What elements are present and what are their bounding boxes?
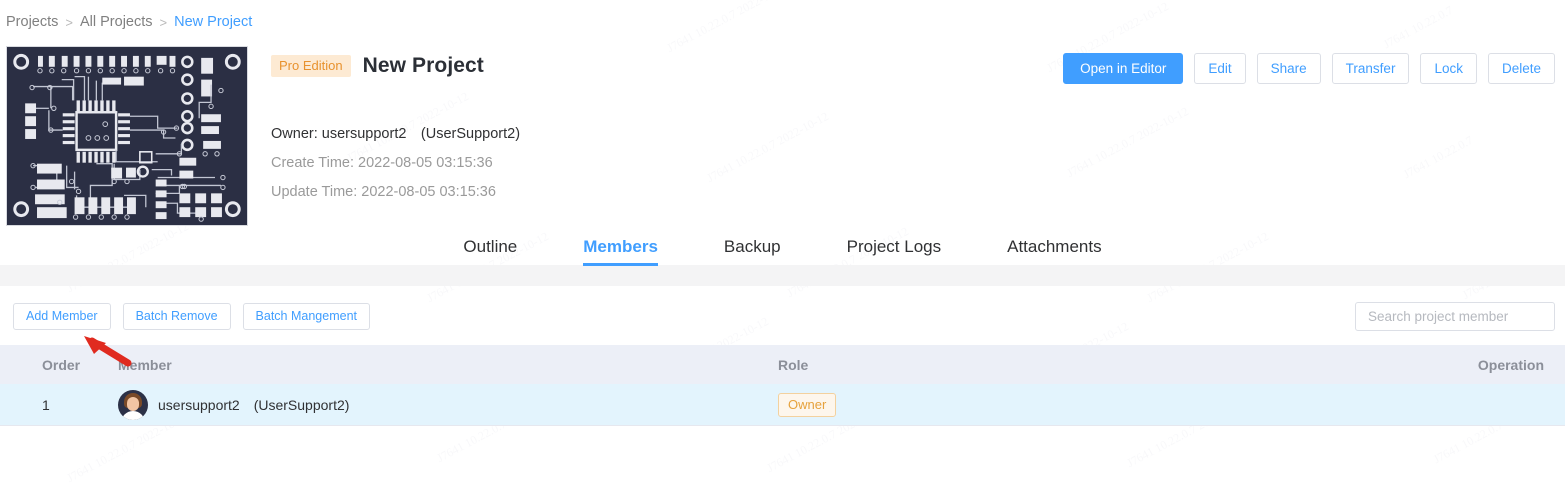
table-row[interactable]: 1 usersupport2 (UserSupport2) Owner — [0, 384, 1565, 426]
column-header-member: Member — [118, 356, 172, 373]
role-badge-owner: Owner — [778, 392, 837, 417]
cell-member: usersupport2 (UserSupport2) — [118, 389, 778, 420]
add-member-button[interactable]: Add Member — [13, 303, 111, 330]
breadcrumb-separator: > — [159, 14, 168, 30]
search-wrapper — [1355, 302, 1555, 331]
project-title-row: Pro Edition New Project — [271, 54, 484, 78]
delete-button[interactable]: Delete — [1487, 53, 1555, 84]
open-in-editor-button[interactable]: Open in Editor — [1063, 53, 1184, 84]
table-header-row: Order Member Role Operation — [0, 345, 1565, 384]
pcb-layout-icon — [7, 47, 247, 225]
cell-order: 1 — [42, 396, 50, 413]
breadcrumb-separator: > — [65, 14, 73, 30]
tab-members[interactable]: Members — [550, 237, 691, 266]
page-title: New Project — [362, 54, 484, 77]
transfer-button[interactable]: Transfer — [1331, 53, 1410, 84]
pro-edition-badge: Pro Edition — [271, 55, 351, 77]
search-input[interactable] — [1355, 302, 1555, 331]
breadcrumb-item-new-project[interactable]: New Project — [174, 14, 252, 30]
breadcrumb-item-all-projects[interactable]: All Projects — [80, 14, 153, 30]
column-header-role: Role — [778, 356, 809, 373]
lock-button[interactable]: Lock — [1420, 53, 1477, 84]
meta-update-label: Update Time: — [271, 184, 358, 200]
column-header-operation: Operation — [1477, 356, 1544, 373]
project-meta: Owner: usersupport2 (UserSupport2) Creat… — [271, 120, 520, 207]
cell-role: Owner — [778, 392, 1328, 417]
breadcrumb-item-projects[interactable]: Projects — [6, 14, 58, 30]
tab-project-logs[interactable]: Project Logs — [814, 237, 975, 266]
members-toolbar: Add Member Batch Remove Batch Mangement — [0, 302, 1565, 331]
edit-button[interactable]: Edit — [1194, 53, 1246, 84]
members-table: Order Member Role Operation 1 usersuppor… — [0, 345, 1565, 426]
project-action-buttons: Open in Editor Edit Share Transfer Lock … — [1063, 53, 1555, 84]
meta-update-value: 2022-08-05 03:15:36 — [361, 184, 496, 200]
avatar-face-icon — [127, 396, 139, 411]
meta-create-label: Create Time: — [271, 155, 354, 171]
member-name: usersupport2 (UserSupport2) — [158, 396, 350, 413]
meta-create-time: Create Time: 2022-08-05 03:15:36 — [271, 149, 520, 178]
share-button[interactable]: Share — [1256, 53, 1321, 84]
meta-update-time: Update Time: 2022-08-05 03:15:36 — [271, 178, 520, 207]
tab-backup[interactable]: Backup — [691, 237, 814, 266]
members-toolbar-actions: Add Member Batch Remove Batch Mangement — [13, 303, 370, 330]
project-members-page: J7641 10.22.0.7 2022-10-12 J7641 10.22.0… — [0, 0, 1565, 501]
section-divider-band — [0, 265, 1565, 286]
batch-remove-button[interactable]: Batch Remove — [122, 303, 231, 330]
breadcrumb: Projects > All Projects > New Project — [6, 14, 252, 30]
meta-owner-label: Owner: — [271, 126, 318, 142]
tab-outline[interactable]: Outline — [430, 237, 550, 266]
project-thumbnail[interactable] — [6, 46, 248, 226]
meta-owner-value: usersupport2 (UserSupport2) — [321, 126, 521, 142]
avatar — [118, 389, 148, 420]
meta-owner: Owner: usersupport2 (UserSupport2) — [271, 120, 520, 149]
column-header-order: Order — [42, 356, 81, 373]
tab-attachments[interactable]: Attachments — [974, 237, 1135, 266]
batch-management-button[interactable]: Batch Mangement — [242, 303, 370, 330]
avatar-body-icon — [121, 410, 145, 420]
project-tabs: Outline Members Backup Project Logs Atta… — [0, 237, 1565, 266]
meta-create-value: 2022-08-05 03:15:36 — [358, 155, 493, 171]
